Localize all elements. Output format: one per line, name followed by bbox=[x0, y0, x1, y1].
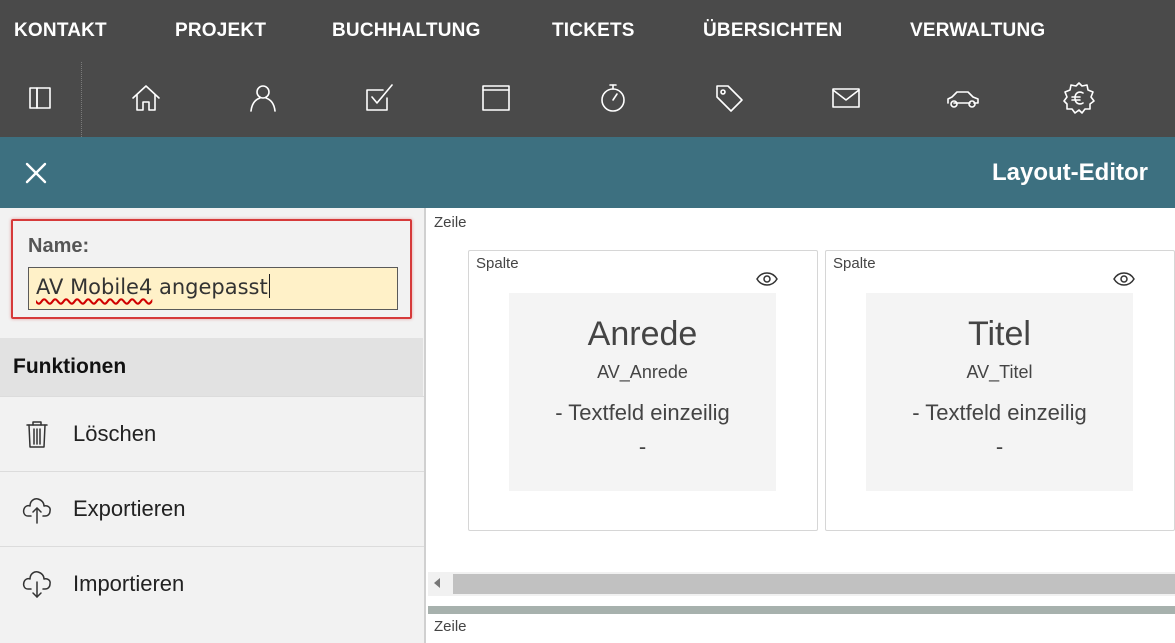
tag-icon[interactable] bbox=[707, 76, 751, 120]
cloud-download-icon bbox=[20, 567, 54, 601]
layout-column[interactable]: Spalte Titel AV_Titel - Textfeld einzeil… bbox=[825, 250, 1175, 531]
eye-icon[interactable] bbox=[755, 271, 779, 287]
import-label: Importieren bbox=[73, 571, 185, 596]
cloud-upload-icon bbox=[20, 492, 54, 526]
close-icon[interactable] bbox=[20, 157, 52, 189]
import-button[interactable]: Importieren bbox=[0, 546, 424, 621]
row-label-2: Zeile bbox=[434, 618, 467, 635]
sidebar-toggle-icon[interactable] bbox=[18, 76, 62, 120]
home-icon[interactable] bbox=[124, 76, 168, 120]
window-icon[interactable] bbox=[474, 76, 518, 120]
icon-toolbar bbox=[0, 62, 1175, 137]
top-navigation: KONTAKT PROJEKT BUCHHALTUNG TICKETS ÜBER… bbox=[0, 0, 1175, 137]
trash-icon bbox=[20, 417, 54, 451]
mail-icon[interactable] bbox=[824, 76, 868, 120]
eye-icon[interactable] bbox=[1112, 271, 1136, 287]
field-key: AV_Anrede bbox=[597, 362, 688, 382]
euro-gear-icon[interactable] bbox=[1057, 76, 1101, 120]
name-input-text: angepasst bbox=[152, 275, 268, 299]
export-label: Exportieren bbox=[73, 496, 186, 521]
row-label: Zeile bbox=[434, 214, 467, 231]
layout-column[interactable]: Spalte Anrede AV_Anrede - Textfeld einze… bbox=[468, 250, 818, 531]
menu-tickets[interactable]: TICKETS bbox=[552, 20, 635, 42]
menu-uebersichten[interactable]: ÜBERSICHTEN bbox=[703, 20, 842, 42]
editor-titlebar: Layout-Editor bbox=[0, 137, 1175, 208]
name-input[interactable]: AV Mobile4 angepasst bbox=[28, 267, 398, 310]
delete-label: Löschen bbox=[73, 421, 157, 446]
field-type: - Textfeld einzeilig bbox=[912, 400, 1087, 425]
row-divider bbox=[428, 606, 1175, 614]
scrollbar-thumb[interactable] bbox=[453, 574, 1175, 594]
scroll-left-arrow-icon[interactable] bbox=[434, 578, 440, 588]
field-card[interactable]: Titel AV_Titel - Textfeld einzeilig - bbox=[866, 293, 1133, 491]
menu-verwaltung[interactable]: VERWALTUNG bbox=[910, 20, 1045, 42]
menu-buchhaltung[interactable]: BUCHHALTUNG bbox=[332, 20, 481, 42]
name-field-group: Name: AV Mobile4 angepasst bbox=[11, 219, 412, 319]
export-button[interactable]: Exportieren bbox=[0, 471, 424, 546]
field-title: Anrede bbox=[587, 315, 698, 353]
menu-projekt[interactable]: PROJEKT bbox=[175, 20, 266, 42]
delete-button[interactable]: Löschen bbox=[0, 396, 424, 471]
field-extra: - bbox=[995, 434, 1004, 459]
car-icon[interactable] bbox=[941, 76, 985, 120]
task-checkbox-icon[interactable] bbox=[357, 76, 401, 120]
field-key: AV_Titel bbox=[966, 362, 1033, 382]
toolbar-divider bbox=[81, 62, 82, 137]
field-extra: - bbox=[638, 434, 647, 459]
contact-person-icon[interactable] bbox=[241, 76, 285, 120]
field-card[interactable]: Anrede AV_Anrede - Textfeld einzeilig - bbox=[509, 293, 776, 491]
main-menu: KONTAKT PROJEKT BUCHHALTUNG TICKETS ÜBER… bbox=[0, 0, 1175, 62]
name-input-misspelled-text: AV Mobile4 bbox=[36, 275, 153, 299]
column-label: Spalte bbox=[833, 255, 876, 272]
field-type: - Textfeld einzeilig bbox=[555, 400, 730, 425]
functions-title: Funktionen bbox=[13, 355, 127, 378]
column-label: Spalte bbox=[476, 255, 519, 272]
name-label: Name: bbox=[28, 235, 90, 257]
timer-icon[interactable] bbox=[591, 76, 635, 120]
horizontal-scrollbar[interactable] bbox=[428, 572, 1175, 596]
menu-kontakt[interactable]: KONTAKT bbox=[14, 20, 107, 42]
editor-sidebar: Name: AV Mobile4 angepasst Funktionen Lö… bbox=[0, 208, 424, 643]
field-title: Titel bbox=[968, 315, 1031, 353]
functions-header: Funktionen bbox=[0, 338, 423, 396]
text-caret bbox=[268, 274, 270, 298]
page-title: Layout-Editor bbox=[992, 159, 1148, 186]
layout-canvas: Zeile Spalte Anrede AV_Anrede - Textfeld… bbox=[424, 208, 1175, 643]
